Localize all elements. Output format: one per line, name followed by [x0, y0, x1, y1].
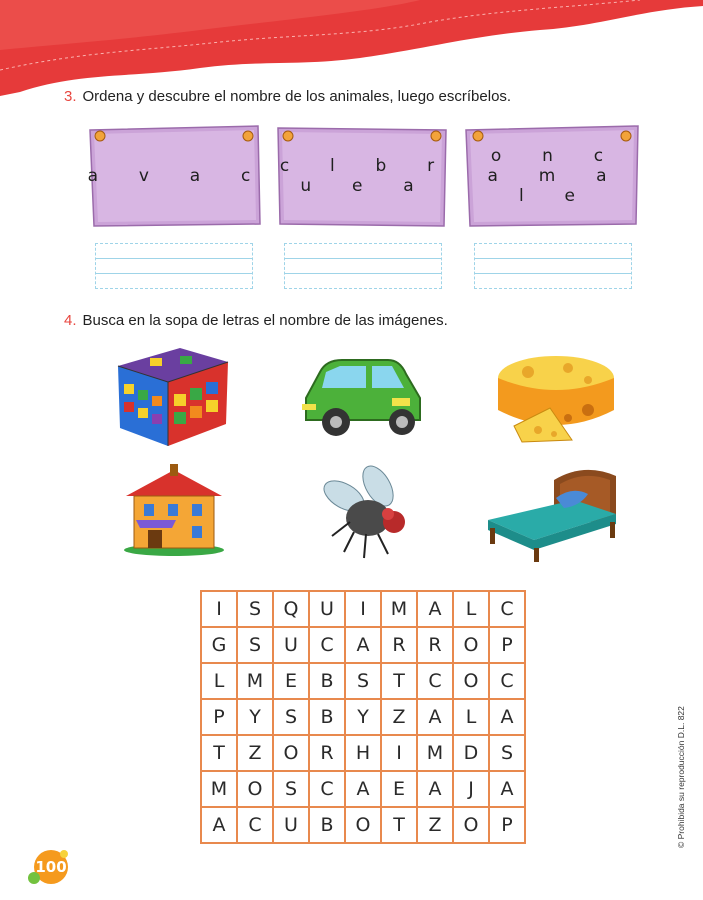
letter-card-2: c l b ru e a	[274, 124, 450, 228]
grid-cell[interactable]: O	[236, 770, 274, 808]
grid-cell[interactable]: C	[236, 806, 274, 844]
grid-cell[interactable]: E	[272, 662, 310, 700]
grid-cell[interactable]: A	[416, 698, 454, 736]
grid-cell[interactable]: R	[308, 734, 346, 772]
grid-cell[interactable]: P	[488, 626, 526, 664]
grid-cell[interactable]: M	[200, 770, 238, 808]
grid-cell[interactable]: L	[200, 662, 238, 700]
grid-cell[interactable]: C	[308, 770, 346, 808]
grid-row: ISQUIMALC	[200, 590, 526, 628]
bed-image	[488, 469, 616, 562]
grid-cell[interactable]: D	[452, 734, 490, 772]
exercise-4-text: Busca en la sopa de letras el nombre de …	[82, 312, 448, 329]
grid-row: PYSBYZALA	[200, 698, 526, 736]
grid-cell[interactable]: O	[452, 626, 490, 664]
grid-cell[interactable]: Z	[236, 734, 274, 772]
grid-cell[interactable]: C	[488, 590, 526, 628]
grid-row: TZORHIMDS	[200, 734, 526, 772]
grid-cell[interactable]: L	[452, 698, 490, 736]
card-3-row-2: a m a	[487, 166, 617, 186]
grid-cell[interactable]: A	[200, 806, 238, 844]
grid-cell[interactable]: B	[308, 806, 346, 844]
grid-cell[interactable]: B	[308, 662, 346, 700]
grid-row: GSUCARROP	[200, 626, 526, 664]
grid-cell[interactable]: I	[380, 734, 418, 772]
grid-cell[interactable]: S	[272, 770, 310, 808]
grid-cell[interactable]: Q	[272, 590, 310, 628]
grid-cell[interactable]: C	[308, 626, 346, 664]
word-search-grid: ISQUIMALCGSUCARROPLMEBSTCOCPYSBYZALATZOR…	[200, 590, 526, 844]
fly-image	[323, 465, 405, 559]
grid-cell[interactable]: A	[416, 590, 454, 628]
grid-cell[interactable]: Z	[416, 806, 454, 844]
exercise-3-text: Ordena y descubre el nombre de los anima…	[82, 88, 512, 105]
grid-cell[interactable]: O	[452, 806, 490, 844]
cube-image	[117, 348, 229, 446]
grid-cell[interactable]: I	[200, 590, 238, 628]
grid-cell[interactable]: A	[344, 626, 382, 664]
grid-row: LMEBSTCOC	[200, 662, 526, 700]
grid-cell[interactable]: G	[200, 626, 238, 664]
grid-cell[interactable]: A	[488, 698, 526, 736]
grid-cell[interactable]: O	[344, 806, 382, 844]
grid-cell[interactable]: U	[272, 806, 310, 844]
badge-yellow-dot	[60, 850, 68, 858]
grid-cell[interactable]: R	[416, 626, 454, 664]
grid-cell[interactable]: C	[488, 662, 526, 700]
grid-cell[interactable]: P	[200, 698, 238, 736]
grid-cell[interactable]: I	[344, 590, 382, 628]
grid-cell[interactable]: S	[236, 626, 274, 664]
house-image	[124, 464, 224, 556]
grid-cell[interactable]: T	[380, 806, 418, 844]
exercise-4-instruction: 4. Busca en la sopa de letras el nombre d…	[64, 312, 448, 329]
grid-cell[interactable]: U	[272, 626, 310, 664]
exercise-3-number: 3.	[64, 88, 77, 105]
grid-cell[interactable]: U	[308, 590, 346, 628]
cheese-image	[498, 356, 614, 443]
answer-lines-3[interactable]	[474, 243, 632, 289]
grid-cell[interactable]: R	[380, 626, 418, 664]
grid-cell[interactable]: S	[344, 662, 382, 700]
exercise-3-instruction: 3. Ordena y descubre el nombre de los ani…	[64, 88, 511, 105]
grid-cell[interactable]: E	[380, 770, 418, 808]
letter-card-3: o n ca m al e	[464, 124, 640, 228]
grid-cell[interactable]: Z	[380, 698, 418, 736]
grid-cell[interactable]: O	[452, 662, 490, 700]
grid-cell[interactable]: H	[344, 734, 382, 772]
grid-cell[interactable]: S	[236, 590, 274, 628]
grid-cell[interactable]: L	[452, 590, 490, 628]
grid-cell[interactable]: O	[272, 734, 310, 772]
answer-lines-2[interactable]	[284, 243, 442, 289]
card-2-row-2: u e a	[300, 176, 424, 196]
grid-cell[interactable]: A	[344, 770, 382, 808]
grid-cell[interactable]: B	[308, 698, 346, 736]
answer-lines-1[interactable]	[95, 243, 253, 289]
card-3-row-1: o n c	[490, 146, 614, 166]
grid-cell[interactable]: P	[488, 806, 526, 844]
grid-cell[interactable]: M	[380, 590, 418, 628]
grid-cell[interactable]: C	[416, 662, 454, 700]
grid-cell[interactable]: T	[380, 662, 418, 700]
card-1-row-1: a v a c	[87, 166, 261, 186]
grid-cell[interactable]: T	[200, 734, 238, 772]
letter-card-1: a v a c	[86, 124, 262, 228]
card-3-row-3: l e	[519, 186, 585, 206]
badge-green-dot	[28, 872, 40, 884]
copyright-note: © Prohibida su reproducción D.L. 822	[676, 706, 686, 848]
grid-cell[interactable]: Y	[344, 698, 382, 736]
grid-cell[interactable]: S	[488, 734, 526, 772]
card-2-row-1: c l b r	[279, 156, 445, 176]
grid-cell[interactable]: A	[488, 770, 526, 808]
car-image	[302, 359, 421, 436]
grid-cell[interactable]: S	[272, 698, 310, 736]
grid-cell[interactable]: J	[452, 770, 490, 808]
grid-cell[interactable]: M	[416, 734, 454, 772]
grid-row: MOSCAEAJA	[200, 770, 526, 808]
grid-row: ACUBOTZOP	[200, 806, 526, 844]
grid-cell[interactable]: M	[236, 662, 274, 700]
exercise-4-number: 4.	[64, 312, 77, 329]
grid-cell[interactable]: Y	[236, 698, 274, 736]
grid-cell[interactable]: A	[416, 770, 454, 808]
